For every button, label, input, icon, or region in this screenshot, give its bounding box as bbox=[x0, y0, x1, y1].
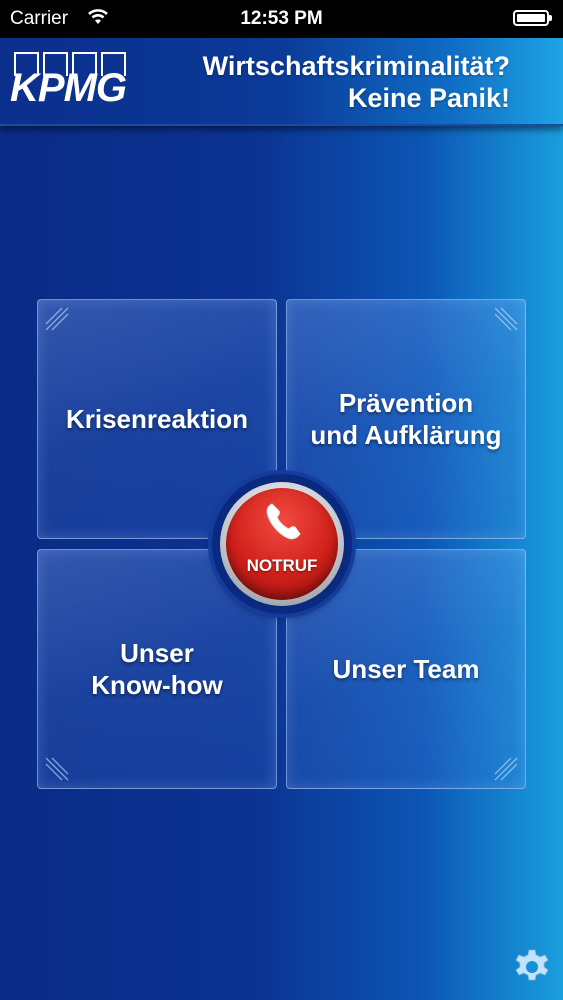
status-time: 12:53 PM bbox=[240, 8, 323, 29]
tile-label: Unser Know-how bbox=[38, 637, 276, 701]
tile-label-line2: und Aufklärung bbox=[310, 420, 502, 450]
status-bar: Carrier 12:53 PM bbox=[0, 0, 563, 38]
phone-icon bbox=[266, 503, 301, 540]
corner-decoration-icon bbox=[494, 307, 518, 331]
header-title-line1: Wirtschaftskriminalität? bbox=[202, 51, 510, 81]
notruf-label: NOTRUF bbox=[246, 556, 318, 575]
notruf-button[interactable]: NOTRUF bbox=[212, 474, 352, 614]
corner-decoration-icon bbox=[494, 757, 518, 781]
tile-label-line2: Know-how bbox=[91, 670, 223, 700]
gear-icon[interactable] bbox=[513, 948, 551, 986]
tile-label-line1: Unser bbox=[120, 638, 194, 668]
header-title-line2: Keine Panik! bbox=[347, 83, 510, 113]
logo-wordmark: KPMG bbox=[10, 66, 127, 110]
corner-decoration-icon bbox=[45, 307, 69, 331]
tile-label: Krisenreaktion bbox=[65, 404, 249, 434]
app-header: KPMG Wirtschaftskriminalität? Keine Pani… bbox=[0, 38, 563, 126]
tile-label: Prävention und Aufklärung bbox=[287, 387, 525, 451]
tile-label: Unser Team bbox=[332, 654, 480, 684]
corner-decoration-icon bbox=[45, 757, 69, 781]
tile-label-line1: Prävention bbox=[338, 388, 474, 418]
header-title: Wirtschaftskriminalität? Keine Panik! bbox=[203, 50, 510, 114]
battery-icon bbox=[513, 10, 552, 26]
kpmg-logo: KPMG bbox=[10, 52, 134, 110]
